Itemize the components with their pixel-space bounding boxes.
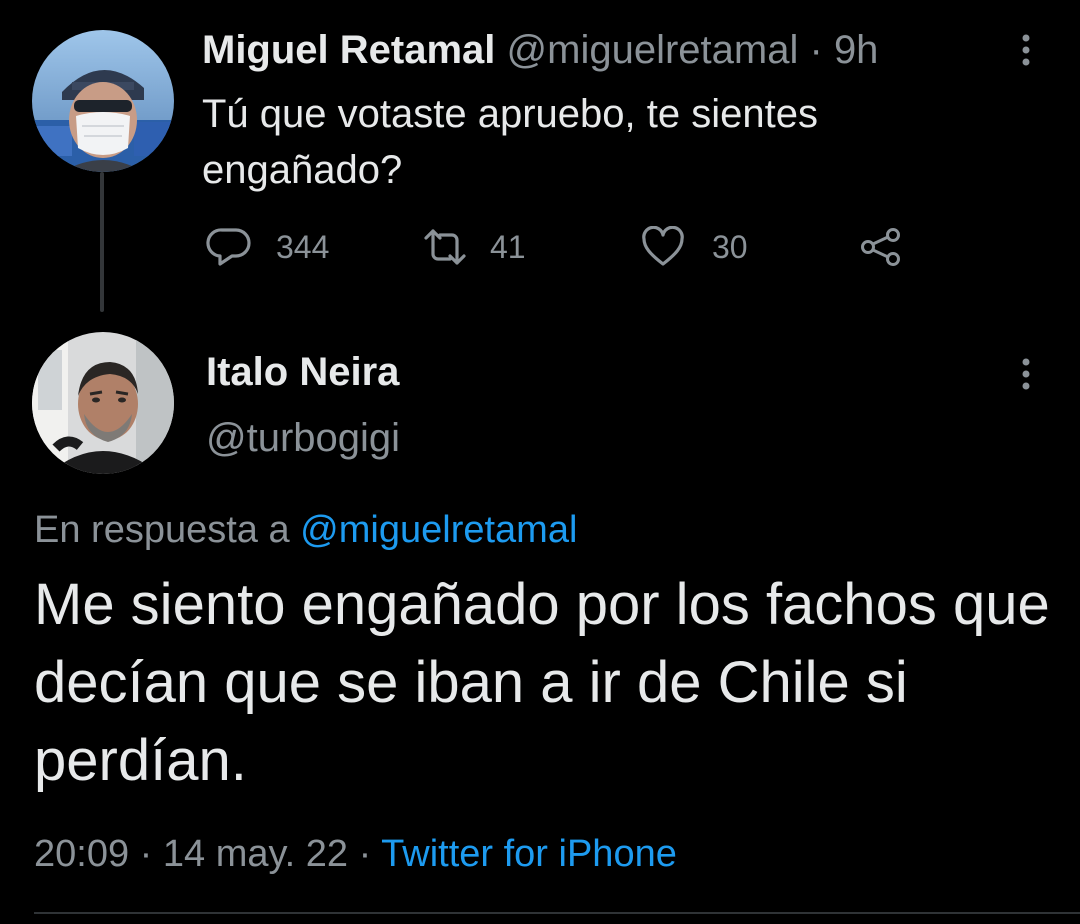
tweet-date[interactable]: 14 may. 22 xyxy=(163,833,348,875)
parent-author-handle[interactable]: @miguelretamal xyxy=(507,28,799,72)
retweet-icon xyxy=(422,226,468,268)
reply-author-handle[interactable]: @turbogigi xyxy=(206,414,400,462)
reply-author-name[interactable]: Italo Neira xyxy=(206,348,399,396)
tweet-metadata: 20:09 · 14 may. 22 · Twitter for iPhone xyxy=(34,830,677,878)
avatar-italo-neira[interactable] xyxy=(32,332,174,474)
reply-button[interactable]: 344 xyxy=(206,224,329,270)
heart-icon xyxy=(640,226,686,268)
parent-tweet-actions: 344 41 30 xyxy=(202,224,922,270)
like-count: 30 xyxy=(712,228,748,265)
tweet-thread-screen: Miguel Retamal @miguelretamal · 9h Tú qu… xyxy=(0,0,1080,924)
like-button[interactable]: 30 xyxy=(640,224,748,270)
parent-tweet-header: Miguel Retamal @miguelretamal · 9h xyxy=(202,26,878,74)
reply-count: 344 xyxy=(276,228,330,265)
avatar-miguel-retamal[interactable] xyxy=(32,30,174,172)
retweet-count: 41 xyxy=(490,228,526,265)
divider xyxy=(34,912,1080,914)
retweet-button[interactable]: 41 xyxy=(422,224,526,270)
parent-tweet-text: Tú que votaste apruebo, te sientes engañ… xyxy=(202,92,818,192)
meta-separator: · xyxy=(358,833,372,875)
reply-prefix: En respuesta a xyxy=(34,509,290,551)
reply-context: En respuesta a @miguelretamal xyxy=(34,506,577,554)
tweet-source-link[interactable]: Twitter for iPhone xyxy=(381,833,677,875)
share-button[interactable] xyxy=(858,224,904,270)
tweet-time[interactable]: 20:09 xyxy=(34,833,129,875)
share-icon xyxy=(858,226,904,268)
thread-connector-line xyxy=(100,172,104,312)
header-separator: · xyxy=(809,28,823,72)
reply-mention-link[interactable]: @miguelretamal xyxy=(300,509,577,551)
more-vertical-icon[interactable] xyxy=(1014,30,1038,74)
parent-tweet-time[interactable]: 9h xyxy=(834,28,879,72)
reply-tweet-text: Me siento engañado por los fachos que de… xyxy=(34,572,1050,793)
more-vertical-icon[interactable] xyxy=(1014,354,1038,398)
parent-author-name[interactable]: Miguel Retamal xyxy=(202,28,495,72)
reply-icon xyxy=(206,226,252,268)
meta-separator: · xyxy=(139,833,153,875)
